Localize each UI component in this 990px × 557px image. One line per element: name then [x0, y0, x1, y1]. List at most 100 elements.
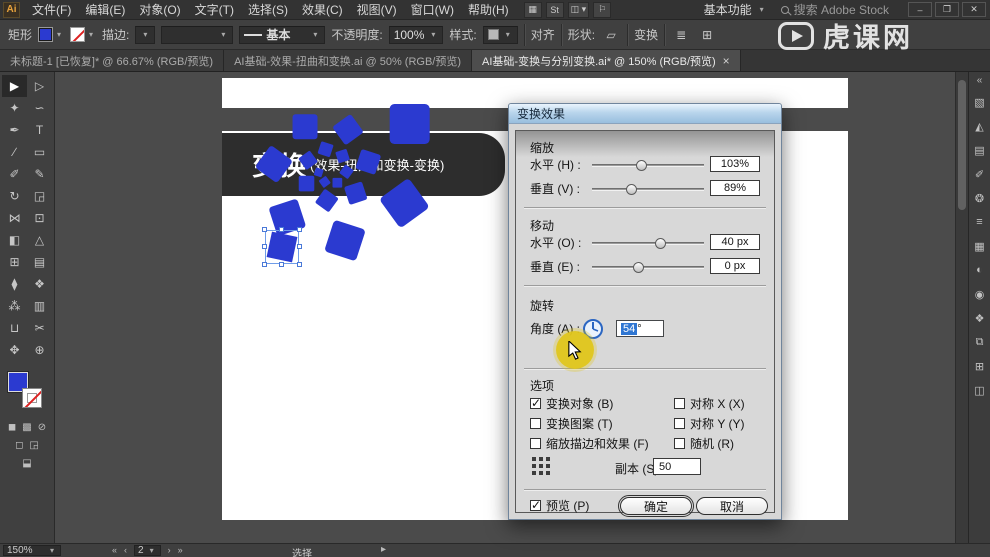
symbols-panel-icon[interactable]: ❂: [971, 190, 989, 206]
reflect-y-checkbox[interactable]: 对称 Y (Y): [674, 415, 744, 432]
move-v-value[interactable]: 0 px: [710, 258, 760, 274]
expand-panels-icon[interactable]: [977, 75, 983, 86]
gradient-panel-icon[interactable]: ▦: [971, 238, 989, 254]
symbol-sprayer-tool[interactable]: ⁂: [2, 295, 27, 317]
selection-handle[interactable]: [279, 262, 284, 267]
eyedropper-tool[interactable]: ⧫: [2, 273, 27, 295]
artboard-number-dropdown[interactable]: 2: [134, 545, 161, 556]
shape-mode-icon[interactable]: ▱: [601, 26, 621, 44]
magic-wand-tool[interactable]: ✦: [2, 97, 27, 119]
grid-view-icon[interactable]: ⊞: [697, 26, 717, 44]
stroke-proxy-icon[interactable]: [22, 388, 42, 408]
gradient-mode-icon[interactable]: ▩: [22, 422, 31, 433]
move-h-value[interactable]: 40 px: [710, 234, 760, 250]
scale-v-slider[interactable]: [592, 184, 704, 195]
slider-thumb[interactable]: [636, 160, 648, 171]
menu-item-4[interactable]: 文字(T): [188, 0, 241, 20]
screen-mode-icon[interactable]: ⬓: [22, 458, 31, 469]
scale-h-value[interactable]: 103%: [710, 156, 760, 172]
panel-menu-icon[interactable]: ≣: [671, 26, 691, 44]
document-tab-1[interactable]: 未标题-1 [已恢复]* @ 66.67% (RGB/预览): [0, 50, 225, 71]
draw-behind-icon[interactable]: ◲: [29, 440, 38, 451]
slider-thumb[interactable]: [632, 262, 644, 273]
reference-point-icon[interactable]: [532, 457, 550, 475]
line-segment-tool[interactable]: ∕: [2, 141, 27, 163]
scale-strokes-checkbox[interactable]: 缩放描边和效果 (F): [530, 435, 649, 452]
artboards-panel-icon[interactable]: ⊞: [971, 358, 989, 374]
canvas[interactable]: 变换 (效果-扭曲和变换-变换): [55, 72, 955, 543]
lasso-tool[interactable]: ∽: [27, 97, 52, 119]
paintbrush-tool[interactable]: ✐: [2, 163, 27, 185]
cancel-button[interactable]: 取消: [696, 497, 768, 515]
free-transform-tool[interactable]: ⊡: [27, 207, 52, 229]
slice-tool[interactable]: ✂: [27, 317, 52, 339]
slider-thumb[interactable]: [626, 184, 638, 195]
arrange-documents-icon[interactable]: ◫ ▾: [567, 1, 590, 18]
transform-patterns-checkbox[interactable]: 变换图案 (T): [530, 415, 613, 432]
scrollbar-thumb[interactable]: [958, 80, 966, 210]
menu-item-2[interactable]: 编辑(E): [78, 0, 132, 20]
style-dropdown[interactable]: [482, 25, 518, 44]
menu-item-7[interactable]: 视图(V): [350, 0, 404, 20]
type-tool[interactable]: T: [27, 119, 52, 141]
bridge-icon[interactable]: ▦: [523, 1, 542, 18]
dialog-titlebar[interactable]: 变换效果: [509, 104, 781, 124]
hand-tool[interactable]: ✥: [2, 339, 27, 361]
draw-normal-icon[interactable]: ◻: [15, 440, 23, 451]
menu-item-6[interactable]: 效果(C): [295, 0, 350, 20]
perspective-grid-tool[interactable]: △: [27, 229, 52, 251]
selection-handle[interactable]: [297, 262, 302, 267]
stock-search[interactable]: 搜索 Adobe Stock: [780, 1, 889, 18]
workspace-switcher[interactable]: 基本功能: [704, 1, 767, 18]
stroke-style-dropdown[interactable]: 基本: [239, 25, 326, 44]
announcement-icon[interactable]: ⚐: [593, 1, 612, 18]
slider-thumb[interactable]: [655, 238, 667, 249]
fill-stroke-control[interactable]: [7, 371, 47, 415]
menu-item-5[interactable]: 选择(S): [241, 0, 295, 20]
move-v-slider[interactable]: [592, 262, 704, 273]
menu-item-1[interactable]: 文件(F): [25, 0, 78, 20]
transform-label[interactable]: 变换: [634, 26, 658, 43]
adobe-stock-icon[interactable]: St: [545, 1, 564, 18]
swatches-panel-icon[interactable]: ▤: [971, 142, 989, 158]
preview-checkbox[interactable]: 预览 (P): [530, 497, 589, 514]
selection-handle[interactable]: [297, 227, 302, 232]
appearance-panel-icon[interactable]: ◉: [971, 286, 989, 302]
fill-color-control[interactable]: [38, 27, 64, 42]
minimize-button[interactable]: [908, 2, 932, 17]
copies-input[interactable]: 50: [653, 458, 701, 475]
brushes-panel-icon[interactable]: ✐: [971, 166, 989, 182]
move-h-slider[interactable]: [592, 238, 704, 249]
last-artboard-icon[interactable]: [178, 545, 183, 556]
opacity-dropdown[interactable]: 100%: [388, 25, 444, 44]
transparency-panel-icon[interactable]: ◐: [971, 262, 989, 278]
zoom-tool[interactable]: ⊕: [27, 339, 52, 361]
close-button[interactable]: [962, 2, 986, 17]
next-artboard-icon[interactable]: [168, 545, 171, 556]
rotate-tool[interactable]: ↻: [2, 185, 27, 207]
prev-artboard-icon[interactable]: [124, 545, 127, 556]
selection-handle[interactable]: [262, 262, 267, 267]
scale-tool[interactable]: ◲: [27, 185, 52, 207]
status-expand-icon[interactable]: [381, 544, 386, 555]
rectangle-tool[interactable]: ▭: [27, 141, 52, 163]
selection-tool[interactable]: ▶: [2, 75, 27, 97]
stroke-panel-icon[interactable]: ≡: [971, 214, 989, 230]
selection-handle[interactable]: [297, 244, 302, 249]
zoom-dropdown[interactable]: 150%: [3, 545, 61, 556]
document-tab-3[interactable]: AI基础-变换与分别变换.ai* @ 150% (RGB/预览): [472, 50, 741, 71]
libraries-panel-icon[interactable]: ◫: [971, 382, 989, 398]
menu-item-9[interactable]: 帮助(H): [461, 0, 516, 20]
none-mode-icon[interactable]: ⊘: [38, 422, 46, 433]
color-panel-icon[interactable]: ▧: [971, 94, 989, 110]
document-tab-2[interactable]: AI基础-效果-扭曲和变换.ai @ 50% (RGB/预览): [224, 50, 473, 71]
selection-handle[interactable]: [262, 244, 267, 249]
stroke-weight-dropdown[interactable]: [135, 25, 156, 44]
reflect-x-checkbox[interactable]: 对称 X (X): [674, 395, 745, 412]
selection-handle[interactable]: [279, 227, 284, 232]
layers-panel-icon[interactable]: ⧉: [971, 334, 989, 350]
random-checkbox[interactable]: 随机 (R): [674, 435, 734, 452]
menu-item-3[interactable]: 对象(O): [132, 0, 187, 20]
gradient-tool[interactable]: ▤: [27, 251, 52, 273]
restore-button[interactable]: [935, 2, 959, 17]
